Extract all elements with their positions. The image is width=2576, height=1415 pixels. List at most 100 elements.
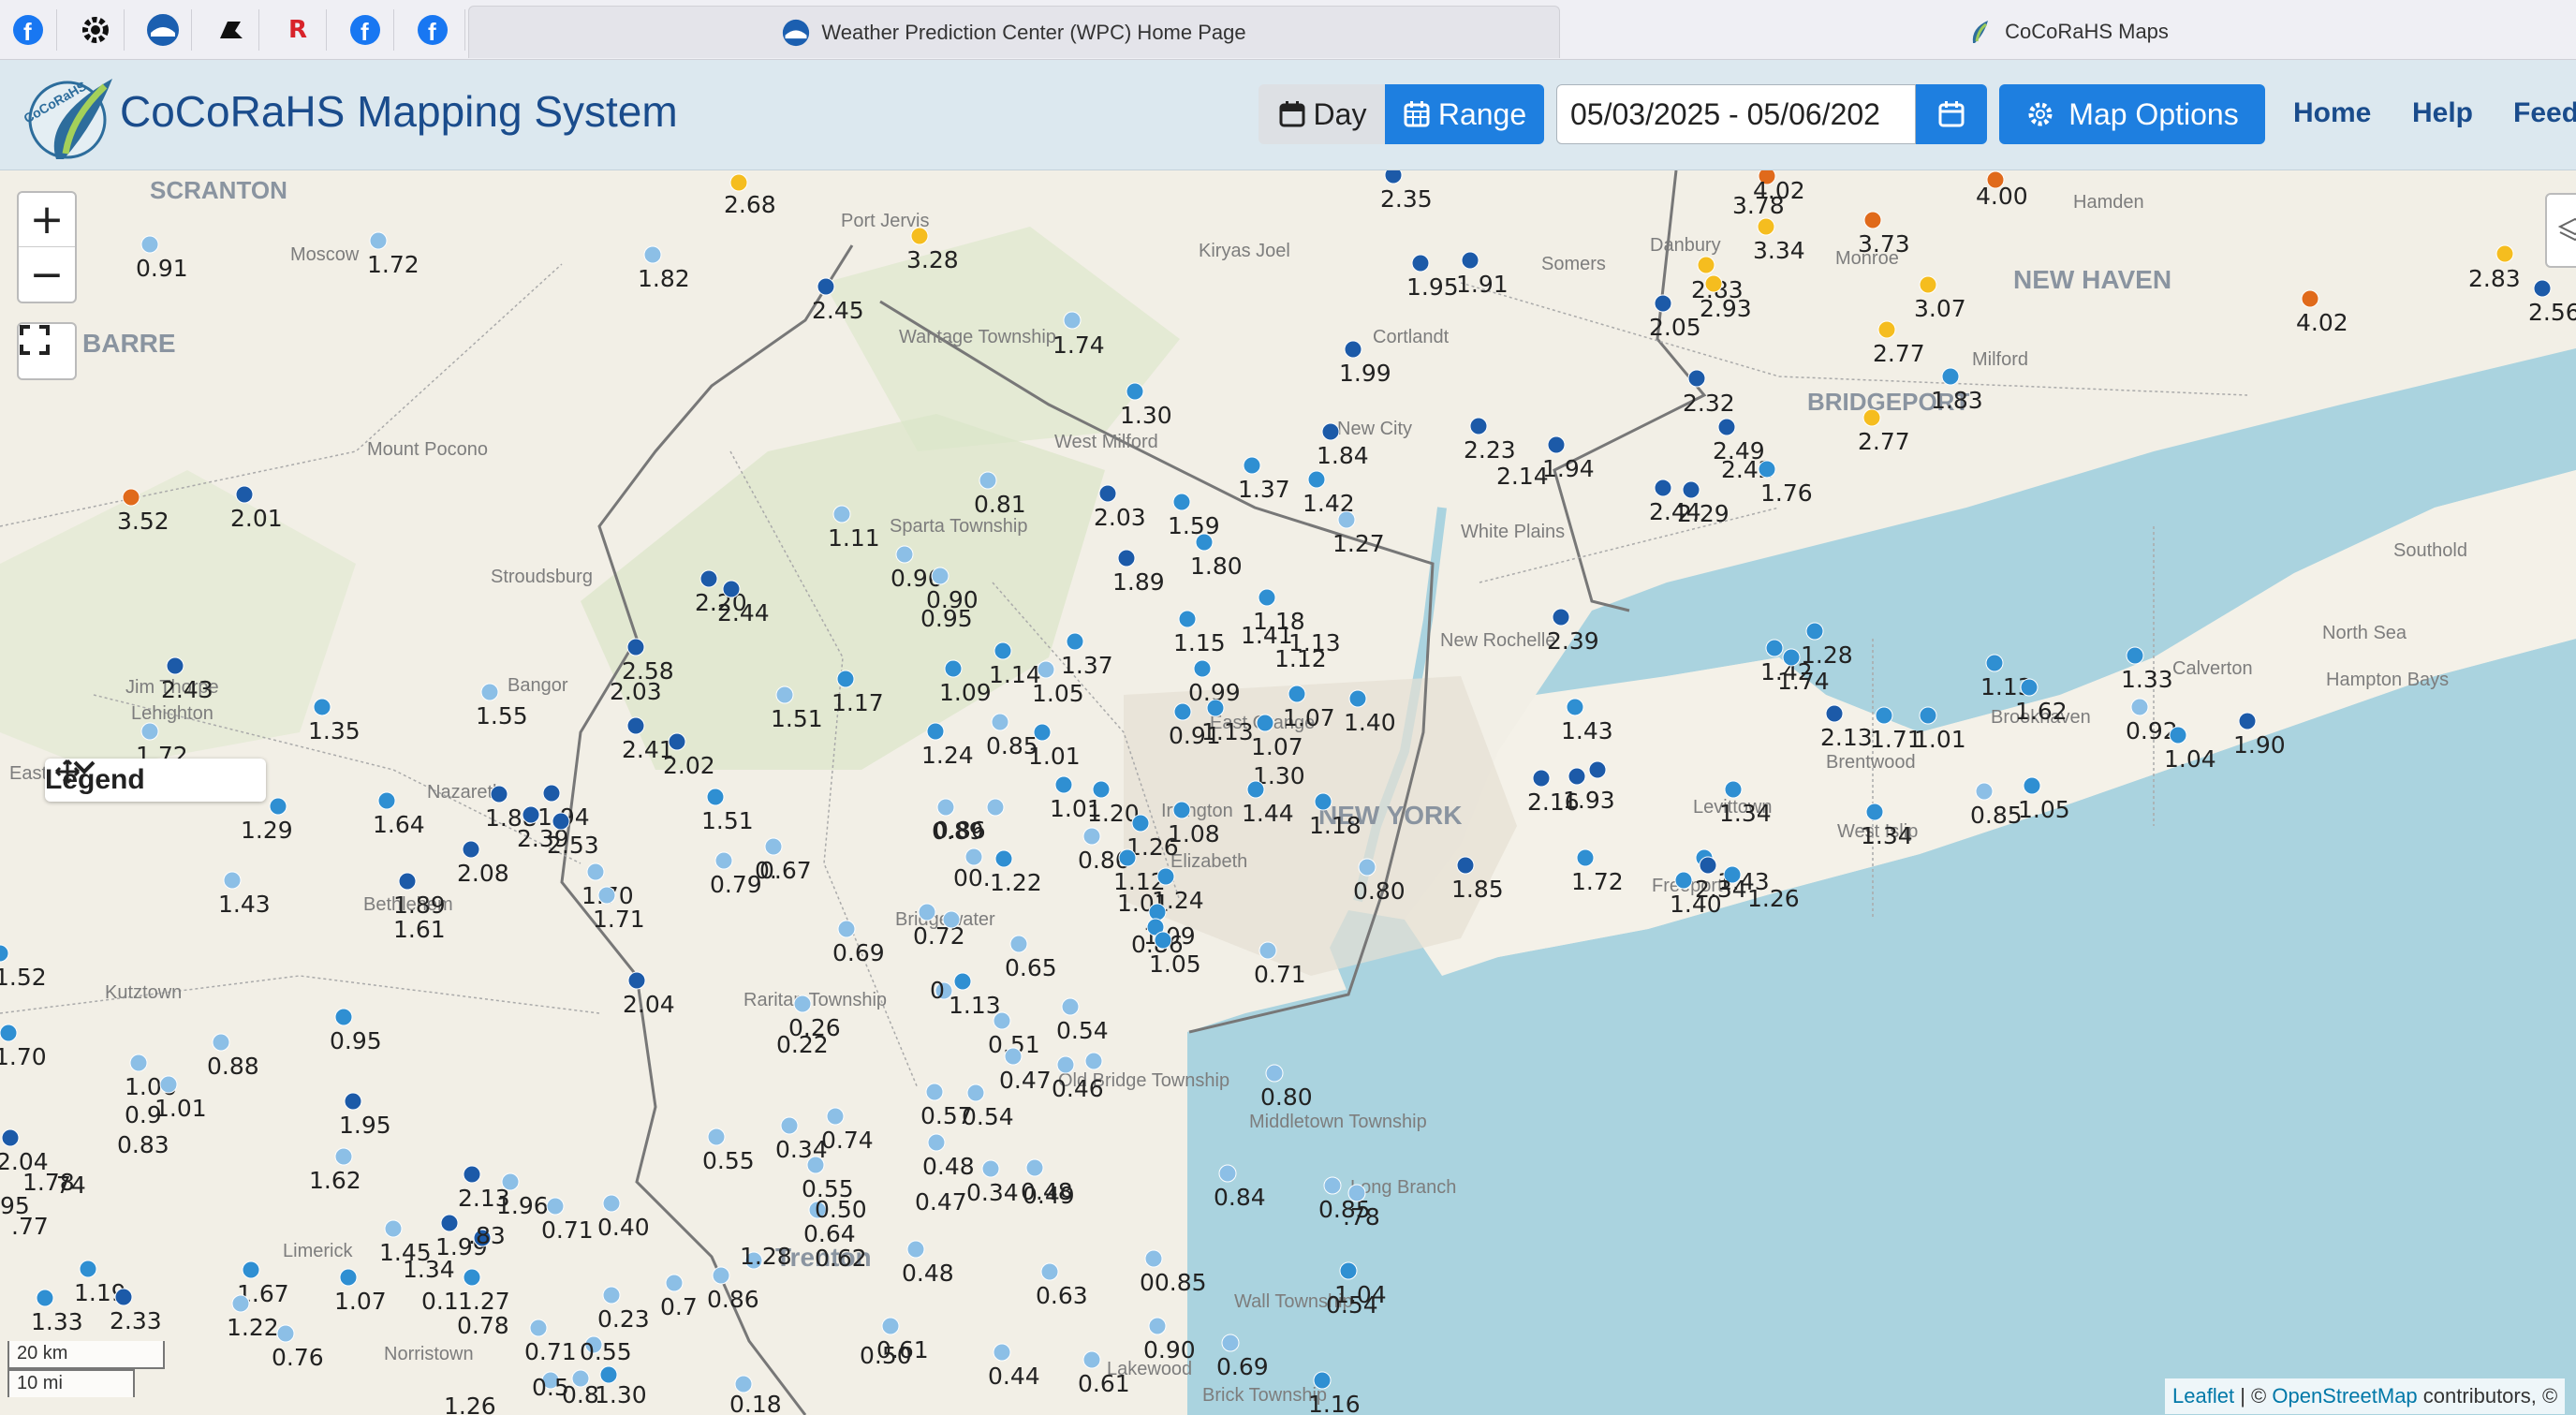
station-marker[interactable]: 1.29 [241,797,293,844]
station-marker[interactable]: 0.91 [136,235,188,282]
station-marker[interactable]: 2.56 [2528,279,2576,326]
station-marker[interactable]: 1.72 [367,231,420,278]
facebook-icon[interactable]: f [346,11,384,49]
station-marker[interactable]: 1.13 [949,972,1001,1019]
station-marker[interactable]: 1.95 [339,1092,391,1139]
nav-help[interactable]: Help [2412,97,2473,129]
station-marker[interactable]: 0.62 [815,1245,867,1272]
precipitation-map[interactable]: SCRANTON Moscow Port Jervis Kiryas Joel … [0,170,2576,1415]
station-marker[interactable]: 0.63 [1036,1262,1088,1309]
station-marker[interactable]: 2.08 [457,840,509,887]
station-marker[interactable]: 0.44 [988,1343,1040,1390]
station-marker[interactable]: 1.51 [701,788,754,834]
station-marker[interactable]: 00. [953,848,991,892]
leaflet-link[interactable]: Leaflet [2172,1384,2234,1408]
station-marker[interactable]: 1.01 [1028,723,1081,770]
nav-feedback[interactable]: Feedb [2513,97,2576,129]
station-marker[interactable]: 1.89 [393,872,446,919]
station-marker[interactable]: 0.50 [860,1342,912,1369]
station-marker[interactable]: 1.27 [458,1268,510,1315]
fullscreen-button[interactable] [19,324,75,378]
station-marker[interactable]: 2.77 [1873,320,1925,367]
station-marker[interactable]: 2.77 [1858,408,1910,455]
station-marker[interactable]: 4.02 [2296,289,2348,336]
noaa-icon[interactable] [144,11,182,49]
station-marker[interactable]: 0.69 [832,920,885,966]
station-marker[interactable]: 0.5 [532,1371,569,1401]
station-marker[interactable]: 2.32 [1683,369,1735,417]
station-marker[interactable]: 2.83 [2468,244,2521,292]
station-marker[interactable]: 3.78 [1732,192,1785,219]
station-marker[interactable]: 1.42 [1303,470,1355,517]
station-marker[interactable]: 2.14 [1496,463,1549,490]
station-marker[interactable]: 1.12 [1274,645,1327,672]
station-marker[interactable]: 2.04 [623,971,675,1018]
station-marker[interactable]: 1.76 [1758,460,1813,507]
station-marker[interactable]: 0.9 [125,1101,162,1128]
map-canvas[interactable]: SCRANTON Moscow Port Jervis Kiryas Joel … [0,170,2576,1415]
station-marker[interactable]: 1.80 [1190,533,1243,580]
station-marker[interactable]: 0.55 [580,1335,632,1365]
station-marker[interactable]: 0.78 [457,1312,509,1339]
tab-wpc[interactable]: Weather Prediction Center (WPC) Home Pag… [468,6,1560,58]
facebook-icon[interactable]: f [414,11,451,49]
station-marker[interactable]: 2.68 [724,173,776,218]
station-marker[interactable]: 1.22 [990,849,1042,896]
station-marker[interactable]: 0.86 [934,817,986,844]
station-marker[interactable] [942,910,961,929]
station-marker[interactable]: 0.49 [1023,1182,1075,1209]
cutter-icon[interactable] [212,11,249,49]
station-marker[interactable]: 1.37 [1238,456,1290,503]
station-marker[interactable]: 1.94 [1542,435,1595,482]
station-marker[interactable]: 0.95 [920,605,973,632]
station-marker[interactable]: 3.73 [1858,211,1910,258]
station-marker[interactable] [1131,814,1150,833]
station-marker[interactable]: 1.70 [0,1024,47,1070]
station-marker[interactable]: 1.99 [1339,340,1391,387]
station-marker[interactable]: 3.34 [1753,217,1805,264]
zoom-in-button[interactable]: + [19,193,75,247]
station-marker[interactable]: 0.54 [1326,1291,1378,1319]
gear-icon[interactable] [77,11,114,49]
station-marker[interactable]: 1.07 [334,1268,387,1315]
day-button[interactable]: Day [1259,84,1386,144]
station-marker[interactable]: 1.59 [1168,493,1220,539]
station-marker[interactable]: 1.62 [309,1147,361,1194]
station-marker[interactable]: 0.48 [902,1240,954,1287]
station-marker[interactable]: 0.74 [821,1107,874,1154]
station-marker[interactable]: 1.26 [444,1393,496,1415]
station-marker[interactable] [986,798,1005,817]
station-marker[interactable]: 1.24 [921,722,974,769]
station-marker[interactable]: 3.07 [1914,275,1966,322]
range-button[interactable]: Range [1385,84,1544,144]
station-marker[interactable]: 4.00 [1976,170,2028,210]
station-marker[interactable]: 0.47 [915,1188,967,1216]
station-marker[interactable]: 0.18 [729,1375,782,1415]
station-marker[interactable]: 2.03 [610,678,662,705]
station-marker[interactable]: 0.54 [1056,997,1109,1044]
station-marker[interactable]: 1.82 [638,245,690,292]
station-marker[interactable]: 0.76 [272,1324,324,1371]
station-marker[interactable]: 0.86 [707,1266,759,1313]
station-marker[interactable]: 1.34 [403,1256,455,1283]
station-marker[interactable]: 0.1 [421,1288,459,1315]
station-marker[interactable]: 0.7 [660,1274,698,1320]
zoom-out-button[interactable]: − [19,247,75,302]
station-marker[interactable]: .77 [11,1213,49,1240]
station-marker[interactable]: 1.27 [1332,510,1385,557]
date-range-input[interactable] [1556,84,1916,144]
station-marker[interactable]: 0.34 [775,1116,828,1163]
station-marker[interactable]: 0.48 [922,1133,975,1180]
station-marker[interactable]: 1.15 [1173,610,1226,656]
station-marker[interactable]: 0.95 [330,1008,382,1054]
station-marker[interactable]: 1.37 [1061,632,1113,679]
station-marker[interactable] [1084,1052,1103,1070]
layers-button[interactable] [2545,193,2576,268]
station-marker[interactable]: 1.96 [496,1172,549,1219]
station-marker[interactable]: 0.40 [597,1194,650,1241]
station-marker[interactable]: 1.35 [308,698,361,744]
station-marker[interactable]: 1.61 [393,916,446,943]
station-marker[interactable]: 2.23 [1464,417,1516,464]
station-marker[interactable]: 1.28 [740,1243,792,1270]
station-marker[interactable]: 1.64 [373,791,425,838]
